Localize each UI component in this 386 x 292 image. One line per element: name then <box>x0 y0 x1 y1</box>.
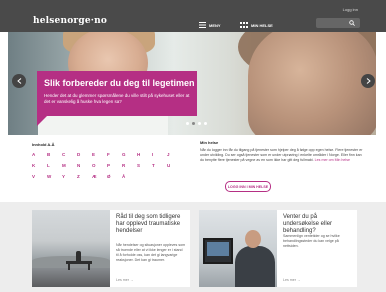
az-letter-link[interactable]: R <box>122 163 137 168</box>
az-letter-link[interactable]: V <box>32 174 47 179</box>
article-title[interactable]: Råd til deg som tidligere har opplevd tr… <box>116 214 186 235</box>
my-health-button[interactable]: MIN HELSE <box>240 22 273 28</box>
article-text: Sammenlign ventetider og se hvilke behan… <box>283 234 340 248</box>
az-title: Innhold A-Å <box>32 142 55 147</box>
az-letter-link[interactable]: H <box>137 152 152 157</box>
site-header: Logg inn helsenorge·no MENY MIN HELSE <box>0 0 386 32</box>
carousel-prev-button[interactable] <box>12 74 26 88</box>
article-image-bench <box>32 210 110 287</box>
carousel-dot-active[interactable] <box>192 122 195 125</box>
az-letter-link[interactable]: E <box>92 152 107 157</box>
article-card-waiting-times[interactable]: Venter du på undersøkelse eller behandli… <box>199 210 357 287</box>
az-letter-link[interactable]: F <box>107 152 122 157</box>
menu-label: MENY <box>209 22 221 28</box>
az-letter-grid: ABCDEFGHIJ KLMNOPRSTU VWYZÆØÅ <box>32 152 182 179</box>
az-letter-link[interactable]: C <box>62 152 77 157</box>
article-card-trauma[interactable]: Råd til deg som tidligere har opplevd tr… <box>32 210 190 287</box>
az-letter-link[interactable]: D <box>77 152 92 157</box>
chevron-right-icon <box>366 78 371 84</box>
site-logo[interactable]: helsenorge·no <box>33 16 107 26</box>
carousel-dot[interactable] <box>186 122 189 125</box>
az-letter-link[interactable]: P <box>107 163 122 168</box>
carousel-dots <box>186 122 207 125</box>
hero-title[interactable]: Slik forbereder du deg til legetimen <box>44 78 195 88</box>
article-read-more[interactable]: Les mer → <box>116 278 134 282</box>
hero-promo-box[interactable]: Slik forbereder du deg til legetimen Hen… <box>37 71 197 116</box>
az-letter-link[interactable]: S <box>137 163 152 168</box>
carousel-dot[interactable] <box>204 122 207 125</box>
az-letter-link[interactable]: Z <box>77 174 92 179</box>
az-letter-link[interactable]: B <box>47 152 62 157</box>
az-letter-link[interactable]: Æ <box>92 174 107 179</box>
az-letter-link[interactable]: L <box>47 163 62 168</box>
az-letter-link[interactable]: Å <box>122 174 137 179</box>
az-letter-link[interactable]: I <box>152 152 167 157</box>
article-read-more[interactable]: Les mer → <box>283 278 301 282</box>
az-letter-link[interactable]: W <box>47 174 62 179</box>
login-min-helse-button[interactable]: LOGG INN I MIN HELSE <box>225 181 271 192</box>
chevron-left-icon <box>16 78 21 84</box>
az-letter-link[interactable]: K <box>32 163 47 168</box>
carousel-next-button[interactable] <box>361 74 375 88</box>
min-helse-title: Min helse <box>200 140 219 145</box>
hamburger-icon <box>199 22 206 28</box>
az-letter-link[interactable]: J <box>167 152 182 157</box>
az-letter-link[interactable]: A <box>32 152 47 157</box>
article-image-office <box>199 210 277 287</box>
az-letter-link[interactable]: U <box>167 163 182 168</box>
article-text: Når hendelser og situasjoner oppleves so… <box>116 243 186 262</box>
menu-button[interactable]: MENY <box>199 22 221 28</box>
search-button[interactable] <box>316 18 360 28</box>
article-title[interactable]: Venter du på undersøkelse eller behandli… <box>283 214 353 235</box>
promo-tail <box>37 116 47 126</box>
az-letter-link[interactable]: G <box>122 152 137 157</box>
az-letter-link[interactable]: N <box>77 163 92 168</box>
carousel-dot[interactable] <box>198 122 201 125</box>
search-icon <box>349 20 355 26</box>
az-letter-link[interactable]: Y <box>62 174 77 179</box>
min-helse-text: Når du logger inn får du tilgang på tjen… <box>200 148 365 163</box>
my-health-label: MIN HELSE <box>251 22 273 28</box>
min-helse-read-more-link[interactable]: Les mer om Min helse <box>315 158 350 162</box>
hero-text: Hender det at du glemmer spørsmålene du … <box>44 93 190 104</box>
login-link[interactable]: Logg inn <box>343 7 358 12</box>
az-letter-link[interactable]: O <box>92 163 107 168</box>
az-letter-link[interactable]: M <box>62 163 77 168</box>
az-letter-link[interactable]: T <box>152 163 167 168</box>
grid-icon <box>240 22 248 28</box>
az-letter-link[interactable]: Ø <box>107 174 122 179</box>
